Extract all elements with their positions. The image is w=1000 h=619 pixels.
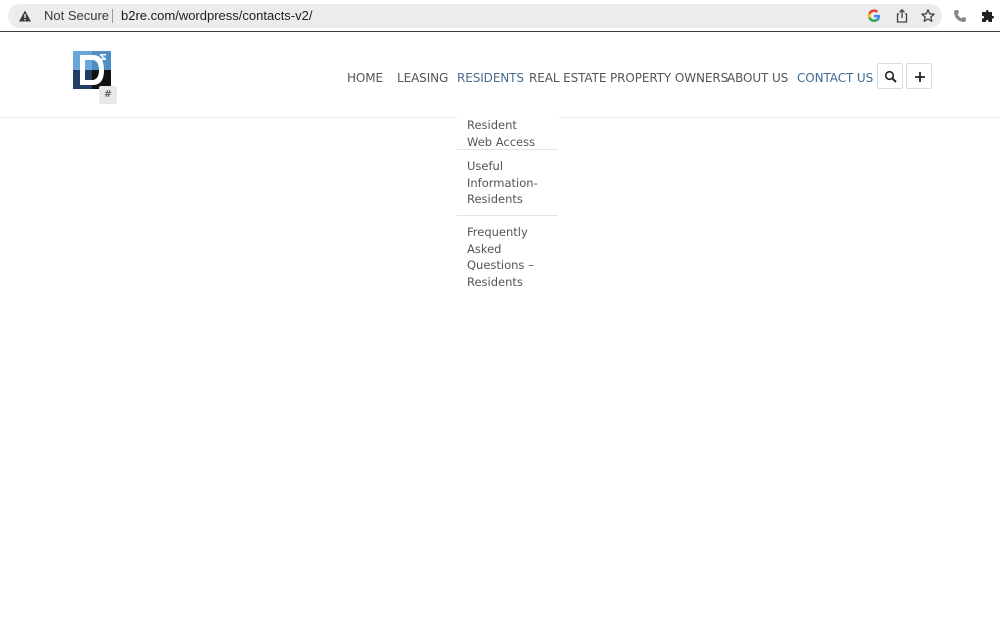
dropdown-item-useful-information[interactable]: Useful Information- Residents: [457, 150, 558, 216]
dropdown-item-line: Frequently: [467, 225, 528, 239]
residents-dropdown: Resident Web Access Useful Information- …: [457, 117, 558, 299]
expand-button[interactable]: [906, 63, 932, 89]
dropdown-item-line: Web Access: [467, 134, 536, 149]
search-icon: [884, 70, 897, 83]
bookmark-star-icon[interactable]: [920, 8, 936, 24]
extensions-puzzle-icon[interactable]: [980, 8, 996, 24]
company-logo[interactable]: [73, 51, 111, 89]
dropdown-item-faq-residents[interactable]: Frequently Asked Questions – Residents: [457, 216, 558, 299]
nav-residents[interactable]: RESIDENTS: [457, 71, 524, 85]
url-path: /wordpress/contacts-v2/: [175, 8, 313, 23]
dropdown-item-line: Resident: [467, 118, 517, 132]
nav-contact-us[interactable]: CONTACT US: [797, 71, 873, 85]
dropdown-item-line: Asked: [467, 241, 502, 256]
nav-about-us[interactable]: ABOUT US: [727, 71, 788, 85]
phone-icon[interactable]: [952, 8, 968, 24]
dropdown-item-resident-web-access[interactable]: Resident Web Access: [457, 117, 558, 150]
warning-icon[interactable]: [18, 9, 32, 23]
dropdown-item-line: Information-: [467, 175, 538, 190]
omnibox-divider: [112, 9, 113, 23]
nav-property-owners[interactable]: PROPERTY OWNERS: [610, 71, 728, 85]
share-icon[interactable]: [894, 8, 910, 24]
hash-chip[interactable]: #: [99, 86, 117, 104]
dropdown-item-line: Questions –: [467, 258, 534, 273]
search-button[interactable]: [877, 63, 903, 89]
nav-leasing[interactable]: LEASING: [397, 71, 448, 85]
site-header: # HOME LEASING RESIDENTS REAL ESTATE PRO…: [0, 33, 1000, 118]
dropdown-item-line: Useful: [467, 159, 504, 173]
nav-real-estate[interactable]: REAL ESTATE: [529, 71, 606, 85]
url-domain: b2re.com: [121, 8, 176, 23]
dropdown-item-line: Residents: [467, 275, 523, 290]
security-label[interactable]: Not Secure: [44, 9, 109, 23]
google-icon[interactable]: [866, 8, 882, 24]
browser-toolbar: Not Secure b2re.com/wordpress/contacts-v…: [0, 0, 1000, 32]
dropdown-item-line: Residents: [467, 192, 523, 207]
nav-home[interactable]: HOME: [347, 71, 383, 85]
url-text[interactable]: b2re.com/wordpress/contacts-v2/: [121, 9, 312, 23]
plus-icon: [915, 72, 925, 82]
address-bar[interactable]: Not Secure b2re.com/wordpress/contacts-v…: [8, 4, 942, 28]
